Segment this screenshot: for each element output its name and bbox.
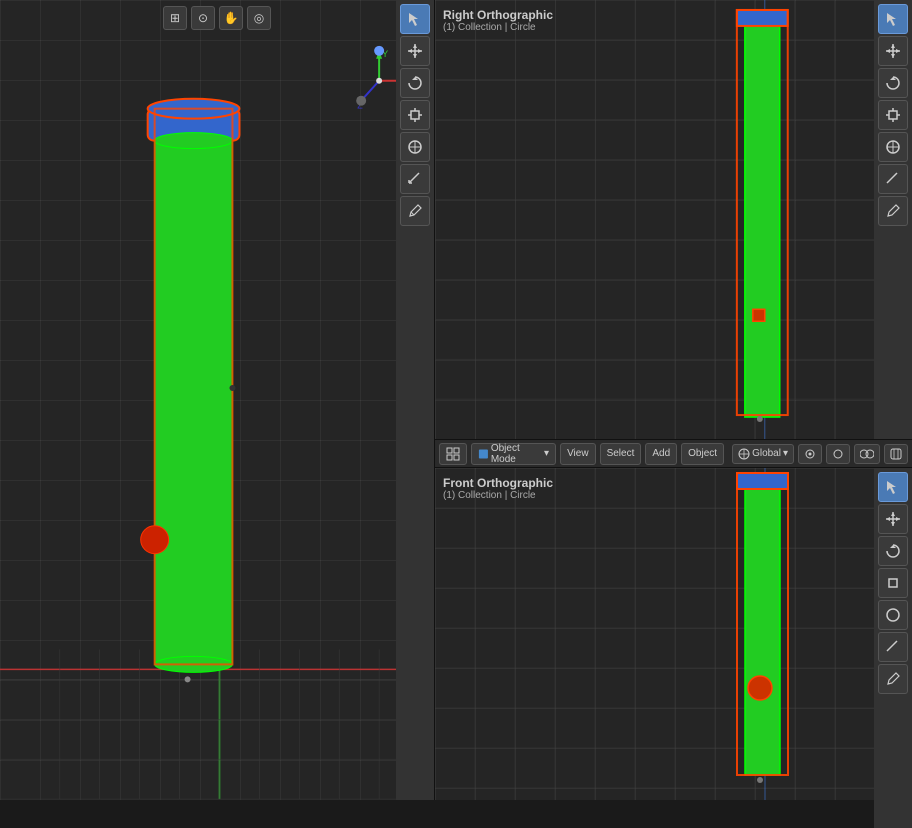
rotate-tool-btn[interactable] bbox=[400, 68, 430, 98]
move-tool-btn[interactable] bbox=[400, 36, 430, 66]
snapping-btn[interactable] bbox=[798, 444, 822, 464]
rb-measure-btn[interactable] bbox=[878, 632, 908, 662]
left-viewport-svg: Y X Z bbox=[0, 0, 434, 800]
left-viewport[interactable]: ⊞ ⊙ ✋ ◎ bbox=[0, 0, 435, 800]
mode-dropdown-icon: ▾ bbox=[544, 448, 549, 459]
add-menu-btn[interactable]: Add bbox=[645, 443, 677, 465]
rt-measure-btn[interactable] bbox=[878, 164, 908, 194]
right-top-toolbar bbox=[874, 0, 912, 439]
rb-rotate-btn[interactable] bbox=[878, 536, 908, 566]
bottom-viewport-toolbar: Object Mode ▾ View Select Add Object bbox=[435, 440, 912, 468]
add-label: Add bbox=[652, 448, 670, 459]
rt-annotate-btn[interactable] bbox=[878, 196, 908, 226]
select-tool-btn[interactable] bbox=[400, 4, 430, 34]
grab-icon[interactable]: ✋ bbox=[219, 6, 243, 30]
rb-annotate-btn[interactable] bbox=[878, 664, 908, 694]
header-icons-row: ⊞ ⊙ ✋ ◎ bbox=[163, 6, 271, 30]
transform-space-btn[interactable]: Global ▾ bbox=[732, 444, 794, 464]
measure-tool-btn[interactable] bbox=[400, 164, 430, 194]
overlay-icon[interactable]: ⊙ bbox=[191, 6, 215, 30]
main-layout: ⊞ ⊙ ✋ ◎ bbox=[0, 0, 912, 800]
object-mode-selector[interactable]: Object Mode ▾ bbox=[471, 443, 556, 465]
scale-tool-btn[interactable] bbox=[400, 100, 430, 130]
rb-move-btn[interactable] bbox=[878, 504, 908, 534]
rb-select-btn[interactable] bbox=[878, 472, 908, 502]
viewport-icon-btn[interactable] bbox=[439, 443, 467, 465]
object-label: Object bbox=[688, 448, 717, 459]
transform-label: Global bbox=[752, 448, 781, 459]
view-label: View bbox=[567, 448, 589, 459]
xray-btn[interactable] bbox=[884, 444, 908, 464]
rt-select-btn[interactable] bbox=[878, 4, 908, 34]
right-bottom-viewport[interactable]: Object Mode ▾ View Select Add Object bbox=[435, 440, 912, 800]
rb-scale-btn[interactable] bbox=[878, 568, 908, 598]
select-label: Select bbox=[607, 448, 635, 459]
right-top-viewport[interactable]: Right Orthographic (1) Collection | Circ… bbox=[435, 0, 912, 440]
rt-rotate-btn[interactable] bbox=[878, 68, 908, 98]
proportional-btn[interactable] bbox=[826, 444, 850, 464]
rb-transform-btn[interactable] bbox=[878, 600, 908, 630]
right-bottom-toolbar bbox=[874, 468, 912, 828]
select-menu-btn[interactable]: Select bbox=[600, 443, 642, 465]
right-panels: Right Orthographic (1) Collection | Circ… bbox=[435, 0, 912, 800]
snap-icon[interactable]: ◎ bbox=[247, 6, 271, 30]
annotate-tool-btn[interactable] bbox=[400, 196, 430, 226]
left-toolbar bbox=[396, 0, 434, 800]
grid-icon[interactable]: ⊞ bbox=[163, 6, 187, 30]
mode-label: Object Mode bbox=[491, 443, 542, 465]
rt-transform-btn[interactable] bbox=[878, 132, 908, 162]
right-top-svg bbox=[435, 0, 912, 439]
rt-scale-btn[interactable] bbox=[878, 100, 908, 130]
right-bottom-svg bbox=[435, 468, 912, 800]
view-menu-btn[interactable]: View bbox=[560, 443, 596, 465]
overlay-btn[interactable] bbox=[854, 444, 880, 464]
transform-tool-btn[interactable] bbox=[400, 132, 430, 162]
object-menu-btn[interactable]: Object bbox=[681, 443, 724, 465]
rt-move-btn[interactable] bbox=[878, 36, 908, 66]
